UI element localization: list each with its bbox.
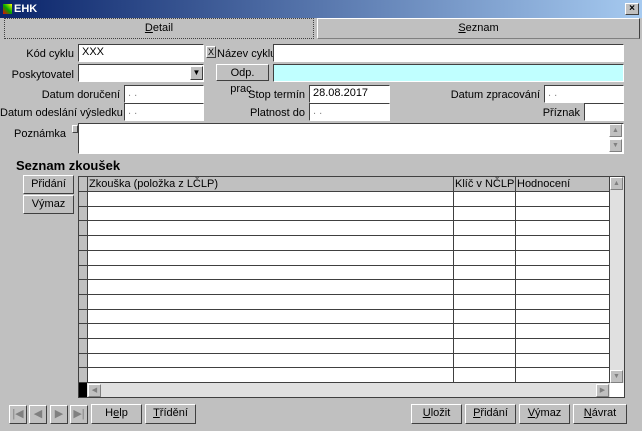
- scroll-right-icon[interactable]: ▶: [596, 384, 609, 397]
- table-row[interactable]: [79, 294, 610, 295]
- table-row[interactable]: [79, 279, 610, 280]
- save-button[interactable]: Uložit: [411, 404, 462, 424]
- table-row[interactable]: [79, 367, 610, 368]
- stop-termin-input[interactable]: 28.08.2017: [309, 85, 390, 103]
- scroll-up-icon[interactable]: ▲: [609, 124, 622, 137]
- table-row[interactable]: [79, 382, 610, 383]
- prev-record-button[interactable]: ◀: [29, 405, 47, 424]
- window-title: EHK: [14, 3, 37, 15]
- table-row[interactable]: [79, 353, 610, 354]
- table-row[interactable]: [79, 265, 610, 266]
- datum-zpracovani-label: Datum zpracování: [430, 89, 540, 101]
- poznamka-label: Poznámka: [0, 128, 66, 140]
- priznak-input[interactable]: [584, 103, 624, 121]
- tab-detail[interactable]: Detail: [4, 18, 314, 39]
- close-button[interactable]: ×: [625, 3, 639, 15]
- delete-button[interactable]: Výmaz: [519, 404, 570, 424]
- vertical-scrollbar[interactable]: [610, 177, 624, 383]
- table-row[interactable]: [79, 309, 610, 310]
- delete-test-button[interactable]: Výmaz: [23, 195, 74, 214]
- app-logo-icon: [3, 4, 12, 14]
- scroll-up-icon[interactable]: ▲: [610, 177, 623, 190]
- kod-cyklu-input[interactable]: XXX: [78, 44, 204, 62]
- horizontal-scrollbar[interactable]: [87, 383, 610, 397]
- first-record-button[interactable]: |◀: [9, 405, 27, 424]
- chevron-down-icon[interactable]: ▼: [190, 66, 203, 80]
- grid-corner: [79, 383, 87, 397]
- datum-doruceni-input[interactable]: . .: [124, 85, 204, 103]
- section-title: Seznam zkoušek: [16, 158, 120, 173]
- datum-zpracovani-input[interactable]: . .: [544, 85, 624, 103]
- sort-button[interactable]: Třídění: [145, 404, 196, 424]
- clear-button[interactable]: X: [206, 46, 216, 58]
- scroll-down-icon[interactable]: ▼: [609, 139, 622, 152]
- poskytovatel-select[interactable]: [78, 64, 204, 82]
- nazev-cyklu-label: Název cyklu: [217, 48, 276, 60]
- last-record-button[interactable]: ▶|: [70, 405, 88, 424]
- back-button[interactable]: Návrat: [573, 404, 627, 424]
- table-row[interactable]: [79, 206, 610, 207]
- table-row[interactable]: [79, 220, 610, 221]
- table-row[interactable]: [79, 250, 610, 251]
- tab-seznam[interactable]: Seznam: [317, 18, 640, 39]
- title-bar: EHK: [0, 0, 642, 18]
- odp-prac-input[interactable]: [273, 64, 624, 82]
- tests-grid[interactable]: Zkouška (položka z LČLP) Klíč v NČLP Hod…: [78, 176, 625, 398]
- table-row[interactable]: [79, 338, 610, 339]
- nazev-cyklu-input[interactable]: [273, 44, 624, 62]
- odp-prac-button[interactable]: Odp. prac.: [216, 64, 269, 81]
- platnost-do-input[interactable]: . .: [309, 103, 390, 121]
- platnost-do-label: Platnost do: [220, 107, 305, 119]
- column-header-klic[interactable]: Klíč v NČLP: [455, 178, 514, 190]
- column-header-hodnoceni[interactable]: Hodnocení: [517, 178, 570, 190]
- stop-termin-label: Stop termín: [220, 89, 305, 101]
- table-row[interactable]: [79, 323, 610, 324]
- help-button[interactable]: Help: [91, 404, 142, 424]
- datum-doruceni-label: Datum doručení: [0, 89, 120, 101]
- priznak-label: Příznak: [500, 107, 580, 119]
- scroll-left-icon[interactable]: ◀: [88, 384, 101, 397]
- add-button[interactable]: Přidání: [465, 404, 516, 424]
- scroll-down-icon[interactable]: ▼: [610, 370, 623, 383]
- poskytovatel-label: Poskytovatel: [0, 69, 74, 81]
- poznamka-textarea[interactable]: [78, 123, 624, 154]
- column-header-zkouska[interactable]: Zkouška (položka z LČLP): [89, 178, 218, 190]
- add-test-button[interactable]: Přidání: [23, 175, 74, 194]
- datum-odeslani-label: Datum odeslání výsledku: [0, 107, 120, 119]
- next-record-button[interactable]: ▶: [50, 405, 68, 424]
- table-row[interactable]: [79, 235, 610, 236]
- datum-odeslani-input[interactable]: . .: [124, 103, 204, 121]
- kod-cyklu-label: Kód cyklu: [0, 48, 74, 60]
